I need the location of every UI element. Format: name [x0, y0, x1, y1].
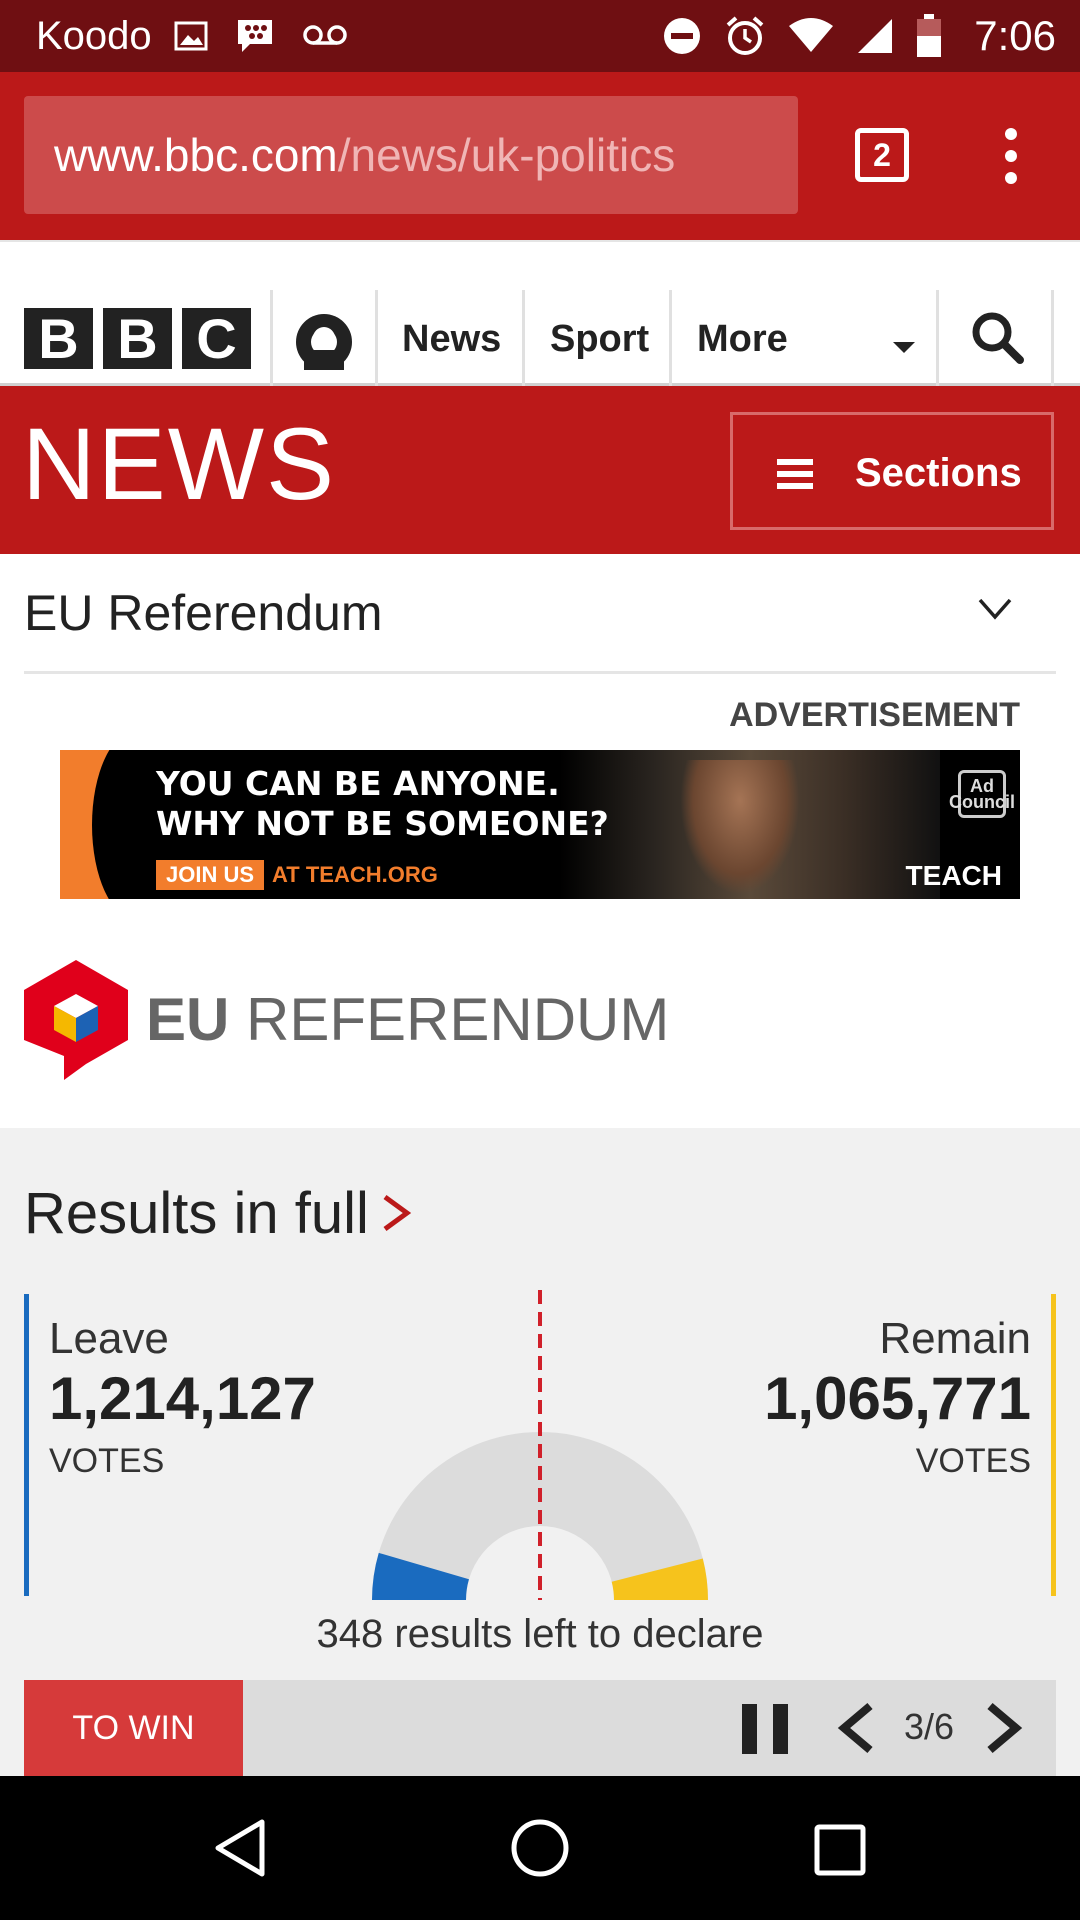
chevron-down-icon — [978, 598, 1012, 625]
page-indicator: 3/6 — [904, 1706, 955, 1747]
hamburger-icon — [777, 459, 813, 489]
alarm-icon — [724, 15, 766, 57]
advertisement-banner[interactable]: YOU CAN BE ANYONE. WHY NOT BE SOMEONE? J… — [60, 750, 1020, 899]
ad-person-image — [680, 760, 800, 895]
nav-divider — [375, 290, 378, 386]
nav-more-link[interactable]: More — [697, 304, 788, 374]
bbc-logo-letter: C — [182, 307, 251, 370]
results-panel: Results in full Leave 1,214,127 VOTES Re… — [0, 1128, 1080, 1776]
leave-label: Leave — [49, 1314, 169, 1363]
nav-divider — [1051, 290, 1054, 386]
eu-referendum-title: EU REFERENDUM — [146, 986, 670, 1053]
pause-icon[interactable] — [742, 1704, 788, 1754]
ad-brand: TEACH — [905, 860, 1002, 891]
previous-icon[interactable] — [836, 1700, 876, 1761]
to-win-label: TO WIN — [24, 1680, 243, 1776]
browser-toolbar: www.bbc.com/news/uk-politics 2 — [0, 72, 1080, 240]
search-icon[interactable] — [970, 310, 1024, 369]
eu-referendum-logo-icon — [24, 960, 128, 1080]
status-bar: Koodo 7:06 — [0, 0, 1080, 72]
carrier-name: Koodo — [36, 13, 152, 58]
image-notification-icon — [174, 21, 208, 51]
bbc-logo[interactable]: B B C — [24, 307, 251, 370]
results-ticker: TO WIN 3/6 — [24, 1680, 1056, 1776]
url-bar[interactable]: www.bbc.com/news/uk-politics — [24, 96, 798, 214]
nav-news-link[interactable]: News — [402, 304, 501, 374]
ad-headline: YOU CAN BE ANYONE. WHY NOT BE SOMEONE? — [156, 764, 609, 843]
ad-join-label: JOIN US — [156, 860, 265, 890]
remain-votes: 1,065,771 — [764, 1365, 1031, 1432]
browser-menu-icon[interactable] — [996, 128, 1026, 184]
bbm-notification-icon — [236, 18, 274, 54]
nav-divider — [936, 290, 939, 386]
bbc-global-nav: B B C News Sport More — [0, 240, 1080, 386]
remain-label: Remain — [879, 1314, 1031, 1363]
signal-icon — [856, 17, 894, 55]
news-logo[interactable]: NEWS — [22, 406, 336, 523]
sections-label: Sections — [855, 451, 1022, 495]
nav-divider — [669, 290, 672, 386]
nav-divider — [270, 290, 273, 386]
recent-apps-icon[interactable] — [814, 1824, 866, 1881]
ad-cta: JOIN US AT TEACH.ORG — [156, 860, 438, 890]
sections-button[interactable]: Sections — [730, 412, 1054, 530]
topic-dropdown[interactable]: EU Referendum — [24, 554, 1056, 674]
bbc-logo-letter: B — [24, 307, 93, 370]
next-icon[interactable] — [984, 1700, 1024, 1761]
home-icon[interactable] — [510, 1818, 570, 1883]
nav-sport-link[interactable]: Sport — [550, 304, 649, 374]
back-icon[interactable] — [212, 1818, 268, 1883]
remain-votes-unit: VOTES — [915, 1442, 1031, 1480]
news-masthead: NEWS Sections — [0, 386, 1080, 554]
clock: 7:06 — [974, 12, 1056, 59]
results-left-to-declare: 348 results left to declare — [316, 1612, 764, 1656]
account-icon[interactable] — [296, 314, 352, 370]
voicemail-icon — [302, 24, 348, 48]
topic-label: EU Referendum — [24, 585, 383, 641]
do-not-disturb-icon — [662, 16, 702, 56]
android-navigation-bar — [0, 1776, 1080, 1920]
results-heading: Results in full — [24, 1181, 369, 1246]
wifi-icon — [788, 18, 834, 54]
ad-site-label: AT TEACH.ORG — [272, 862, 438, 887]
url-path: /news/uk-politics — [337, 129, 676, 181]
chevron-right-icon — [381, 1180, 412, 1247]
nav-divider — [522, 290, 525, 386]
results-gauge — [372, 1290, 708, 1600]
more-dropdown-caret-icon[interactable] — [893, 342, 915, 353]
bbc-logo-letter: B — [103, 307, 172, 370]
url-host: www.bbc.com — [54, 129, 338, 181]
battery-icon — [916, 14, 942, 58]
advertisement-label: ADVERTISEMENT — [729, 696, 1020, 734]
tab-switcher-button[interactable]: 2 — [855, 128, 909, 182]
results-in-full-link[interactable]: Results in full — [24, 1180, 412, 1247]
leave-votes: 1,214,127 — [49, 1365, 316, 1432]
ad-council-logo: Ad Council — [949, 770, 1015, 818]
leave-votes-unit: VOTES — [49, 1442, 165, 1480]
